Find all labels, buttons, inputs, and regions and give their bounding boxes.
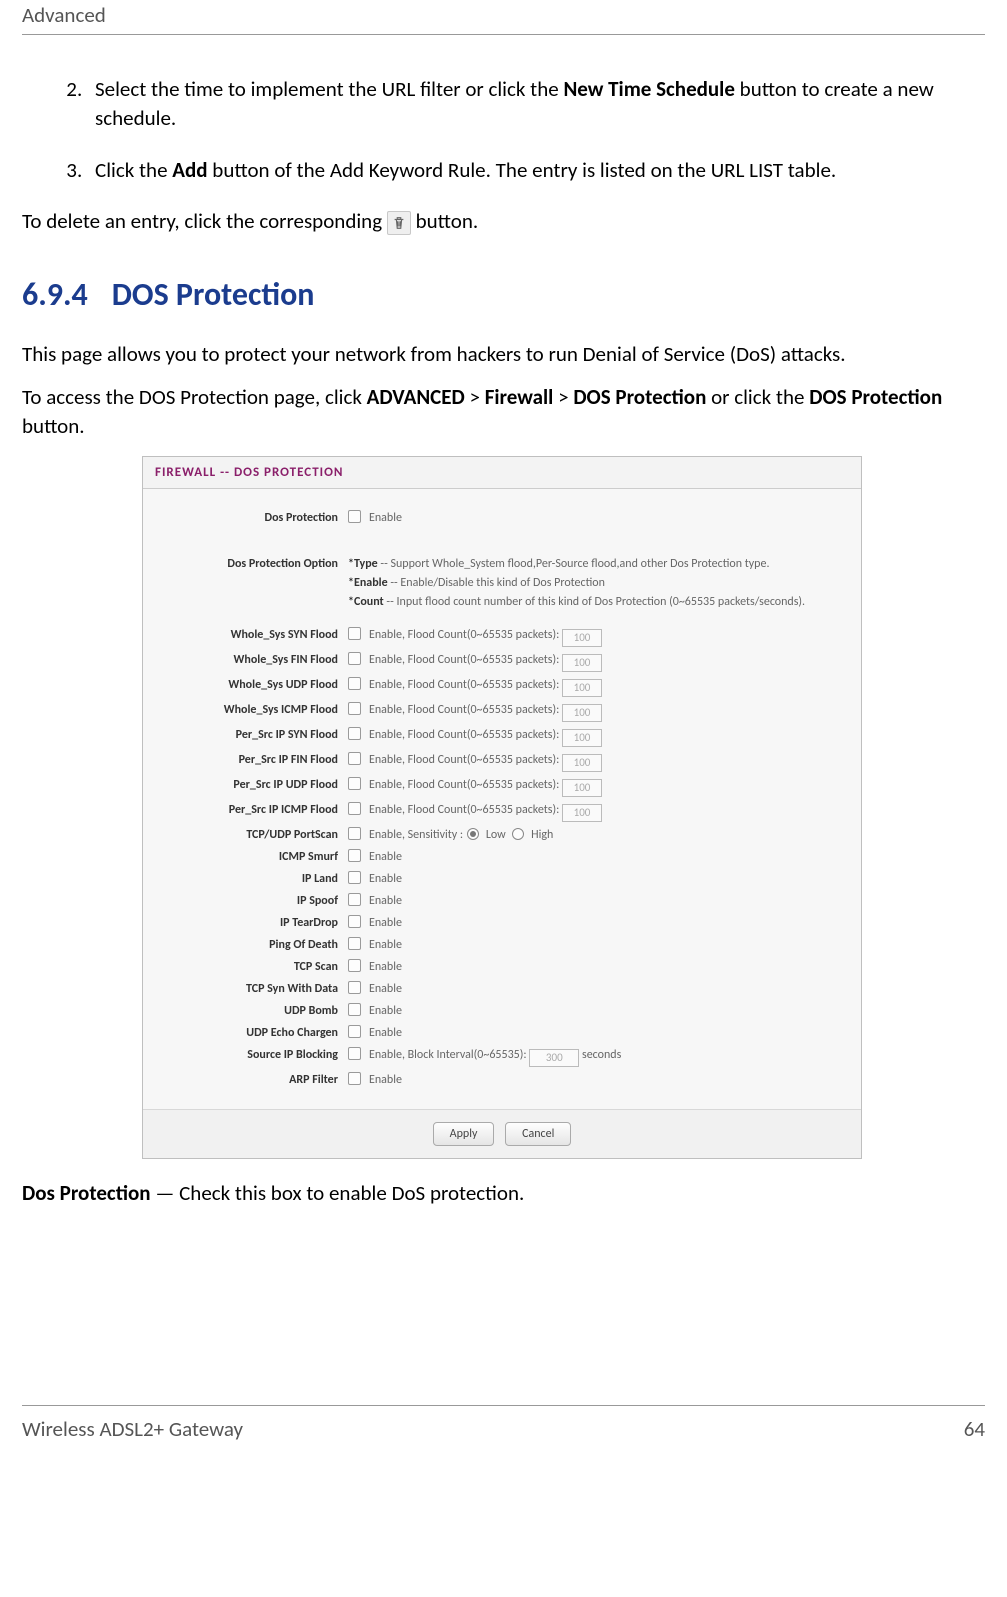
count-input[interactable]: 100 <box>562 804 602 822</box>
enable-checkbox[interactable] <box>348 727 361 740</box>
row-label: ARP Filter <box>163 1071 348 1089</box>
row-label: IP Land <box>163 870 348 888</box>
count-input[interactable]: 100 <box>562 654 602 672</box>
setting-row: Per_Src IP ICMP FloodEnable, Flood Count… <box>163 801 841 822</box>
section-heading: 6.9.4DOS Protection <box>22 275 985 314</box>
row-label: IP TearDrop <box>163 914 348 932</box>
count-input[interactable]: 100 <box>562 754 602 772</box>
enable-checkbox[interactable] <box>348 777 361 790</box>
row-label: TCP Syn With Data <box>163 980 348 998</box>
row-label: UDP Bomb <box>163 1002 348 1020</box>
enable-checkbox[interactable] <box>348 1025 361 1038</box>
sensitivity-radio[interactable] <box>467 828 479 840</box>
setting-row: Ping Of DeathEnable <box>163 936 841 954</box>
apply-button[interactable]: Apply <box>433 1122 495 1146</box>
row-label: Per_Src IP FIN Flood <box>163 751 348 769</box>
enable-checkbox[interactable] <box>348 915 361 928</box>
footer-page-number: 64 <box>964 1416 985 1442</box>
setting-row: TCP ScanEnable <box>163 958 841 976</box>
setting-row: Whole_Sys ICMP FloodEnable, Flood Count(… <box>163 701 841 722</box>
row-label: Ping Of Death <box>163 936 348 954</box>
row-label: TCP/UDP PortScan <box>163 826 348 844</box>
enable-checkbox[interactable] <box>348 1003 361 1016</box>
row-label: ICMP Smurf <box>163 848 348 866</box>
option-description: Dos Protection Option*Type -- Support Wh… <box>163 555 841 613</box>
setting-row: IP LandEnable <box>163 870 841 888</box>
row-label: Whole_Sys ICMP Flood <box>163 701 348 719</box>
row-label: Dos Protection Option <box>163 555 348 574</box>
enable-checkbox[interactable] <box>348 1047 361 1060</box>
setting-row: ICMP SmurfEnable <box>163 848 841 866</box>
setting-row: Whole_Sys UDP FloodEnable, Flood Count(0… <box>163 676 841 697</box>
footer-left: Wireless ADSL2+ Gateway <box>22 1416 243 1442</box>
enable-checkbox[interactable] <box>348 871 361 884</box>
row-label: Per_Src IP ICMP Flood <box>163 801 348 819</box>
setting-row: Per_Src IP FIN FloodEnable, Flood Count(… <box>163 751 841 772</box>
row-label: Source IP Blocking <box>163 1046 348 1064</box>
setting-row: Per_Src IP SYN FloodEnable, Flood Count(… <box>163 726 841 747</box>
enable-checkbox[interactable] <box>348 702 361 715</box>
count-input[interactable]: 100 <box>562 779 602 797</box>
enable-checkbox[interactable] <box>348 510 361 523</box>
setting-row: ARP FilterEnable <box>163 1071 841 1089</box>
setting-row: Source IP BlockingEnable, Block Interval… <box>163 1046 841 1067</box>
enable-checkbox[interactable] <box>348 627 361 640</box>
interval-input[interactable]: 300 <box>529 1049 579 1067</box>
setting-row: UDP Echo ChargenEnable <box>163 1024 841 1042</box>
row-label: IP Spoof <box>163 892 348 910</box>
enable-checkbox[interactable] <box>348 752 361 765</box>
setting-row: TCP/UDP PortScanEnable, Sensitivity : Lo… <box>163 826 841 844</box>
row-label: UDP Echo Chargen <box>163 1024 348 1042</box>
delete-instruction: To delete an entry, click the correspond… <box>22 207 985 236</box>
row-label: Dos Protection <box>163 509 348 527</box>
enable-checkbox[interactable] <box>348 959 361 972</box>
page-footer: Wireless ADSL2+ Gateway 64 <box>22 1405 985 1456</box>
count-input[interactable]: 100 <box>562 629 602 647</box>
page-header: Advanced <box>22 0 985 35</box>
enable-checkbox[interactable] <box>348 893 361 906</box>
cancel-button[interactable]: Cancel <box>505 1122 571 1146</box>
setting-row: UDP BombEnable <box>163 1002 841 1020</box>
enable-checkbox[interactable] <box>348 802 361 815</box>
row-label: Per_Src IP UDP Flood <box>163 776 348 794</box>
setting-row: Per_Src IP UDP FloodEnable, Flood Count(… <box>163 776 841 797</box>
count-input[interactable]: 100 <box>562 729 602 747</box>
setting-row: Dos ProtectionEnable <box>163 509 841 527</box>
setting-row: TCP Syn With DataEnable <box>163 980 841 998</box>
row-label: Whole_Sys FIN Flood <box>163 651 348 669</box>
enable-checkbox[interactable] <box>348 981 361 994</box>
step-2: Select the time to implement the URL fil… <box>87 75 985 134</box>
row-label: Whole_Sys UDP Flood <box>163 676 348 694</box>
step-list: Select the time to implement the URL fil… <box>22 75 985 185</box>
intro-text: This page allows you to protect your net… <box>22 340 985 369</box>
outro-text: Dos Protection — Check this box to enabl… <box>22 1179 985 1208</box>
panel-title: FIREWALL -- DOS PROTECTION <box>143 457 861 489</box>
trash-icon <box>387 211 411 235</box>
step-3: Click the Add button of the Add Keyword … <box>87 156 985 185</box>
count-input[interactable]: 100 <box>562 704 602 722</box>
chapter-title: Advanced <box>22 2 106 28</box>
enable-checkbox[interactable] <box>348 652 361 665</box>
sensitivity-radio[interactable] <box>512 828 524 840</box>
enable-checkbox[interactable] <box>348 827 361 840</box>
enable-checkbox[interactable] <box>348 1072 361 1085</box>
enable-checkbox[interactable] <box>348 677 361 690</box>
row-label: Per_Src IP SYN Flood <box>163 726 348 744</box>
setting-row: IP TearDropEnable <box>163 914 841 932</box>
setting-row: Whole_Sys FIN FloodEnable, Flood Count(0… <box>163 651 841 672</box>
row-label: TCP Scan <box>163 958 348 976</box>
enable-checkbox[interactable] <box>348 937 361 950</box>
enable-checkbox[interactable] <box>348 849 361 862</box>
setting-row: IP SpoofEnable <box>163 892 841 910</box>
firewall-screenshot: FIREWALL -- DOS PROTECTION Dos Protectio… <box>142 456 862 1160</box>
count-input[interactable]: 100 <box>562 679 602 697</box>
row-label: Whole_Sys SYN Flood <box>163 626 348 644</box>
access-text: To access the DOS Protection page, click… <box>22 383 985 442</box>
setting-row: Whole_Sys SYN FloodEnable, Flood Count(0… <box>163 626 841 647</box>
